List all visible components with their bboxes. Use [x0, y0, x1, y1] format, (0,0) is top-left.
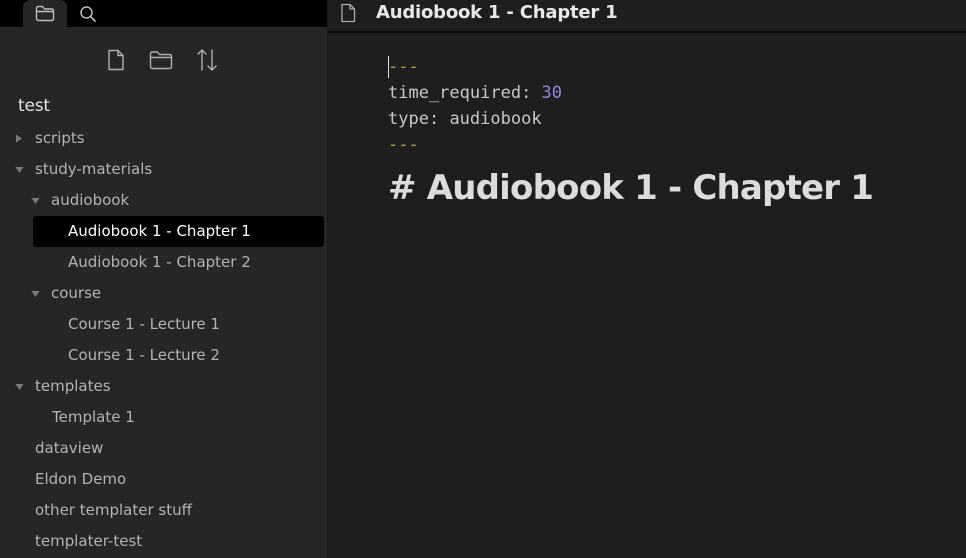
tree-file-audiobook-1-chapter-1[interactable]: Audiobook 1 - Chapter 1	[0, 216, 327, 247]
frontmatter-key: type	[388, 109, 429, 129]
tree-item-label: course	[51, 284, 102, 302]
frontmatter-key: time_required	[388, 83, 522, 103]
sidebar: test scripts study-materials audiobook A…	[0, 0, 328, 558]
file-explorer-actions	[0, 47, 327, 73]
expanded-arrow-icon[interactable]	[29, 278, 41, 309]
tree-file-course-1-lecture-2[interactable]: Course 1 - Lecture 2	[0, 340, 327, 371]
tree-file-template-1[interactable]: Template 1	[0, 402, 327, 433]
tree-folder-audiobook[interactable]: audiobook	[0, 185, 327, 216]
tree-folder-scripts[interactable]: scripts	[0, 123, 327, 154]
note-title[interactable]: Audiobook 1 - Chapter 1	[376, 2, 618, 23]
tree-item-label: Audiobook 1 - Chapter 2	[68, 253, 251, 271]
tree-file-eldon-demo[interactable]: Eldon Demo	[0, 464, 327, 495]
tree-folder-course[interactable]: course	[0, 278, 327, 309]
tree-item-label: templates	[35, 377, 111, 395]
tab-files[interactable]	[23, 0, 67, 27]
sort-button[interactable]	[194, 47, 220, 73]
frontmatter-value: audiobook	[449, 109, 542, 129]
search-icon	[80, 5, 96, 22]
tree-folder-study-materials[interactable]: study-materials	[0, 154, 327, 185]
tree-item-label: study-materials	[35, 160, 153, 178]
file-icon	[340, 3, 356, 27]
frontmatter-open-line[interactable]: ---	[388, 54, 948, 80]
tree-file-templater-test[interactable]: templater-test	[0, 526, 327, 557]
tab-search[interactable]	[66, 0, 110, 27]
file-tree: scripts study-materials audiobook Audiob…	[0, 123, 327, 557]
editor-content[interactable]: --- time_required: 30 type: audiobook --…	[388, 54, 948, 208]
frontmatter-field-time-required[interactable]: time_required: 30	[388, 80, 948, 106]
collapsed-arrow-icon[interactable]	[13, 123, 25, 154]
tree-item-label: audiobook	[51, 191, 130, 209]
tree-file-other-templater-stuff[interactable]: other templater stuff	[0, 495, 327, 526]
editor-pane: Audiobook 1 - Chapter 1 --- time_require…	[328, 0, 966, 558]
tree-item-label: Course 1 - Lecture 2	[68, 346, 220, 364]
tree-item-label: other templater stuff	[35, 501, 192, 519]
new-folder-button[interactable]	[148, 47, 174, 73]
expanded-arrow-icon[interactable]	[13, 154, 25, 185]
frontmatter-delimiter: ---	[388, 135, 419, 155]
sidebar-tab-bar	[0, 0, 327, 27]
tree-item-label: Course 1 - Lecture 1	[68, 315, 220, 333]
frontmatter-separator: :	[428, 109, 450, 129]
sort-icon	[197, 49, 217, 71]
new-note-icon	[108, 49, 124, 71]
new-folder-icon	[149, 51, 173, 70]
note-heading[interactable]: # Audiobook 1 - Chapter 1	[388, 168, 948, 208]
folder-icon	[35, 5, 55, 22]
vault-name[interactable]: test	[18, 96, 50, 116]
new-note-button[interactable]	[103, 47, 129, 73]
tree-item-label: templater-test	[35, 532, 143, 550]
tree-item-label: Eldon Demo	[35, 470, 127, 488]
tree-item-label: dataview	[35, 439, 104, 457]
tree-file-dataview[interactable]: dataview	[0, 433, 327, 464]
expanded-arrow-icon[interactable]	[29, 185, 41, 216]
tree-item-label: Template 1	[52, 408, 135, 426]
frontmatter-value: 30	[541, 83, 563, 103]
tree-item-label: Audiobook 1 - Chapter 1	[68, 222, 251, 240]
tree-item-label: scripts	[35, 129, 85, 147]
frontmatter-separator: :	[521, 83, 542, 103]
expanded-arrow-icon[interactable]	[13, 371, 25, 402]
frontmatter-field-type[interactable]: type: audiobook	[388, 106, 948, 132]
frontmatter-delimiter: ---	[388, 57, 419, 77]
frontmatter-close-line[interactable]: ---	[388, 132, 948, 158]
tree-folder-templates[interactable]: templates	[0, 371, 327, 402]
app-window: test scripts study-materials audiobook A…	[0, 0, 966, 558]
tree-file-course-1-lecture-1[interactable]: Course 1 - Lecture 1	[0, 309, 327, 340]
tree-file-audiobook-1-chapter-2[interactable]: Audiobook 1 - Chapter 2	[0, 247, 327, 278]
editor-header: Audiobook 1 - Chapter 1	[328, 0, 966, 33]
